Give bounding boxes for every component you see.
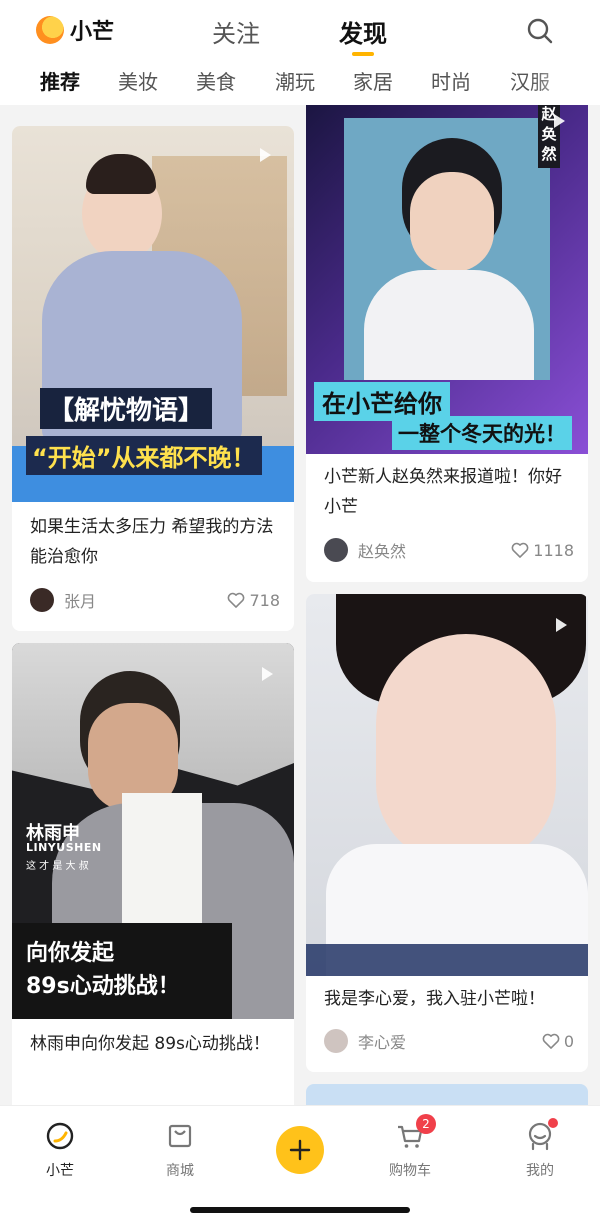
avatar[interactable] [324,538,348,562]
nav-cart[interactable]: 2 购物车 [370,1114,450,1180]
card-cover-image: 林雨申 LINYUSHEN 这 才 是 大 叔 向你发起 89s心动挑战！ [12,643,294,1019]
author-name[interactable]: 张月 [64,588,96,612]
like-count: 718 [249,590,280,610]
like-count: 0 [563,1031,574,1051]
author-name[interactable]: 李心爱 [358,1029,406,1053]
category-fashion[interactable]: 时尚 [431,66,471,95]
logo-text: 小芒 [70,20,115,45]
heart-icon [511,542,529,558]
active-tab-indicator [352,52,374,56]
cover-overlay-tag: 这 才 是 大 叔 [26,861,89,872]
avatar[interactable] [30,588,54,612]
card-title: 小芒新人赵奂然来报道啦！你好小芒 [324,467,562,517]
category-beauty[interactable]: 美妆 [118,66,158,95]
cover-overlay-subtitle: “开始”从来都不晚！ [26,436,262,475]
cover-overlay-name: 赵奂然 [538,100,560,168]
like-button[interactable]: 718 [227,591,280,610]
tab-following[interactable]: 关注 [212,14,260,49]
nav-mall[interactable]: 商城 [140,1120,220,1180]
plus-icon [289,1139,311,1161]
card-cover-image: 赵奂然 在小芒给你 一整个冬天的光！ [306,100,588,454]
card-title: 林雨申向你发起 89s心动挑战！ [30,1034,270,1054]
card-meta: 李心爱 0 [324,1028,574,1054]
card-title: 如果生活太多压力 希望我的方法能治愈你 [30,517,274,567]
nav-mall-label: 商城 [166,1163,194,1179]
tab-discover[interactable]: 发现 [339,14,387,49]
category-toys[interactable]: 潮玩 [275,66,315,95]
cover-overlay-title: 向你发起 [26,941,115,966]
nav-cart-label: 购物车 [389,1163,431,1179]
feed-card[interactable]: 林雨申 LINYUSHEN 这 才 是 大 叔 向你发起 89s心动挑战！ 林雨… [12,643,294,1113]
heart-icon [228,592,245,608]
like-button[interactable]: 0 [542,1032,574,1051]
publish-button[interactable] [276,1126,324,1174]
card-meta: 张月 718 [30,587,280,613]
video-play-icon [556,618,567,632]
bag-icon [168,1124,192,1148]
avatar[interactable] [324,1029,348,1053]
cover-overlay-subtitle: 89s心动挑战！ [26,974,180,999]
feed-card[interactable]: 【解忧物语】 “开始”从来都不晚！ 如果生活太多压力 希望我的方法能治愈你 张月… [12,126,294,631]
notification-dot [548,1118,558,1128]
nav-profile[interactable]: 我的 [500,1118,580,1180]
cart-badge: 2 [416,1114,436,1134]
like-button[interactable]: 1118 [511,541,574,560]
nav-home[interactable]: 小芒 [20,1120,100,1180]
logo-mark-icon [36,16,64,44]
app-logo: 小芒 [36,14,114,46]
category-food[interactable]: 美食 [196,66,236,95]
nav-home-label: 小芒 [46,1163,74,1179]
category-tabs: 推荐 美妆 美食 潮玩 家居 时尚 汉服 [0,66,600,98]
card-title: 我是李心爱，我入驻小芒啦！ [324,989,545,1009]
like-count: 1118 [533,540,574,560]
cover-overlay-name-en: LINYUSHEN [26,841,102,854]
card-cover-image [306,594,588,976]
category-recommend[interactable]: 推荐 [40,66,80,95]
home-indicator [190,1207,410,1213]
category-fade [530,66,600,98]
feed-card[interactable]: 赵奂然 在小芒给你 一整个冬天的光！ 小芒新人赵奂然来报道啦！你好小芒 赵奂然 … [306,100,588,582]
video-play-icon [262,667,273,681]
author-name[interactable]: 赵奂然 [358,538,406,562]
category-home[interactable]: 家居 [353,66,393,95]
video-play-icon [260,148,271,162]
feed-card[interactable]: 我是李心爱，我入驻小芒啦！ 李心爱 0 [306,594,588,1072]
nav-profile-label: 我的 [526,1163,554,1179]
heart-icon [542,1033,560,1049]
video-play-icon [554,114,565,128]
cover-overlay-title: 【解忧物语】 [40,388,213,429]
cover-overlay-subtitle: 一整个冬天的光！ [392,416,572,450]
top-header: 小芒 关注 发现 推荐 美妆 美食 潮玩 家居 时尚 汉服 [0,0,600,105]
card-cover-image: 【解忧物语】 “开始”从来都不晚！ [12,126,294,502]
home-icon [46,1122,74,1150]
card-meta: 赵奂然 1118 [324,537,574,563]
search-icon[interactable] [525,16,555,46]
